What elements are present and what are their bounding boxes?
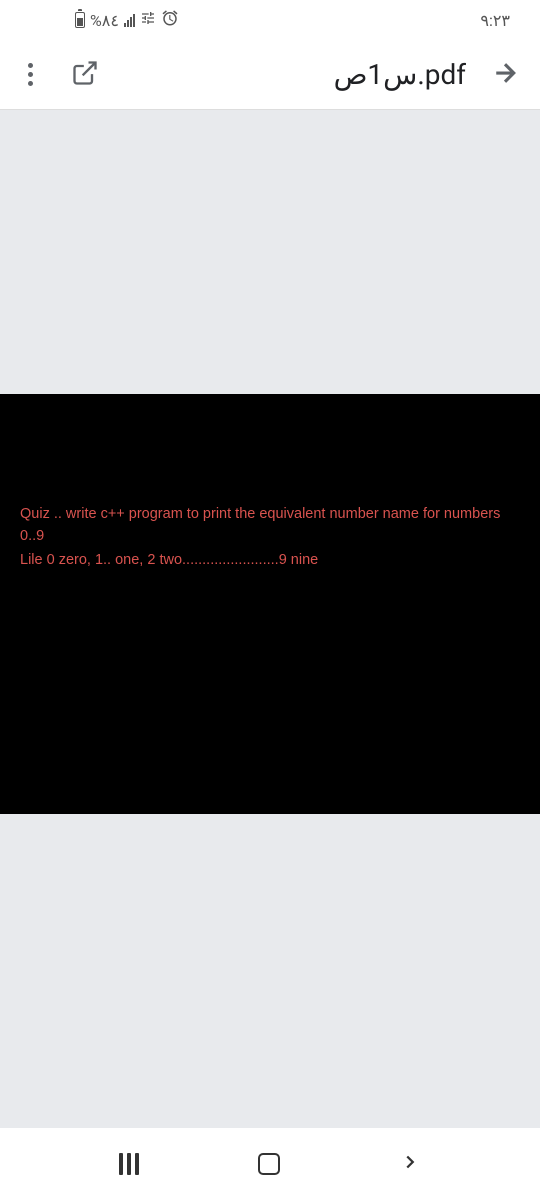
nav-back-icon[interactable]	[399, 1151, 421, 1177]
pdf-slide: Quiz .. write c++ program to print the e…	[0, 394, 540, 814]
status-bar: %٨٤ ٩:٢٣	[0, 0, 540, 40]
quiz-line-1: Quiz .. write c++ program to print the e…	[20, 504, 520, 548]
back-arrow-icon[interactable]	[490, 58, 520, 92]
more-options-icon[interactable]	[20, 55, 41, 94]
signal-icon	[124, 13, 135, 27]
alarm-icon	[161, 9, 179, 31]
nav-home-icon[interactable]	[258, 1153, 280, 1175]
pdf-content-area[interactable]: Quiz .. write c++ program to print the e…	[0, 110, 540, 1128]
battery-icon	[75, 12, 85, 28]
nav-recent-icon[interactable]	[119, 1153, 139, 1175]
status-time: ٩:٢٣	[480, 11, 510, 30]
android-nav-bar	[0, 1128, 540, 1200]
document-title: س1ص.pdf	[334, 58, 466, 91]
quiz-line-2: Lile 0 zero, 1.. one, 2 two.............…	[20, 550, 520, 572]
app-bar: س1ص.pdf	[0, 40, 540, 110]
battery-percent: %٨٤	[90, 11, 119, 30]
settings-mini-icon	[140, 10, 156, 30]
status-left: %٨٤	[75, 9, 179, 31]
open-external-icon[interactable]	[71, 59, 99, 91]
